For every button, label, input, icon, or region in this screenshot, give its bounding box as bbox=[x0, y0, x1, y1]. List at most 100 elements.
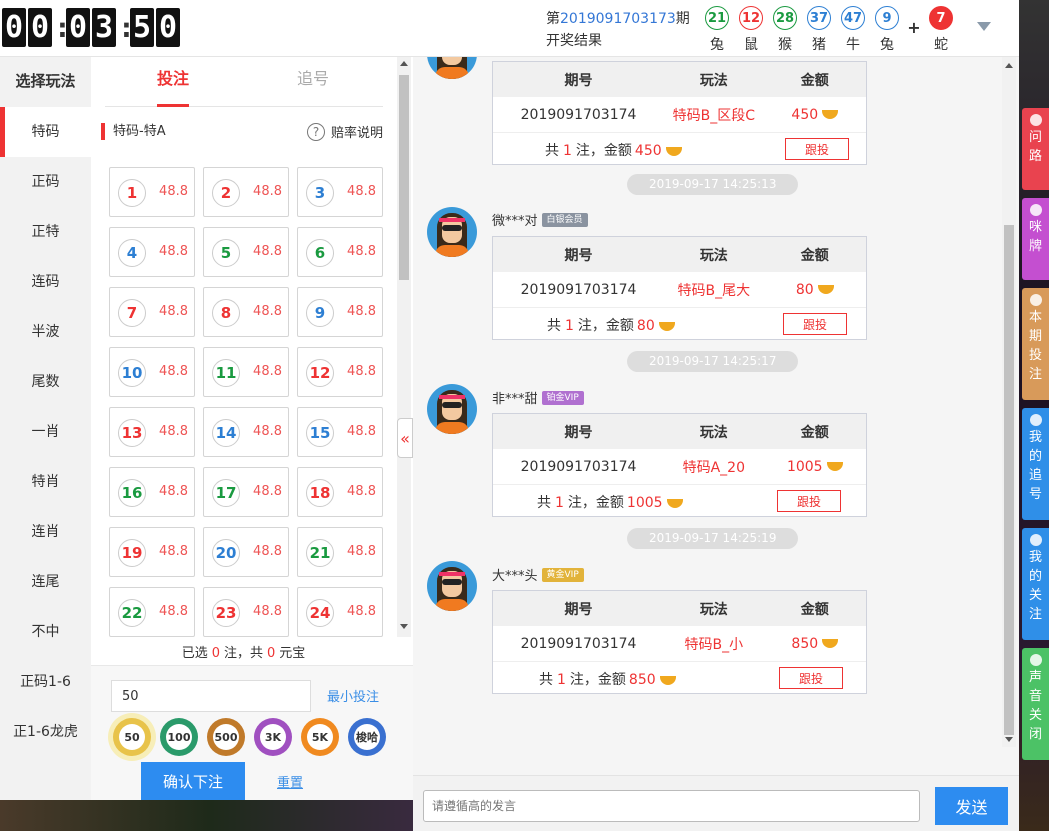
number-cell[interactable]: 4 48.8 bbox=[109, 227, 195, 277]
number-cell[interactable]: 8 48.8 bbox=[203, 287, 289, 337]
follow-bet-button[interactable]: 跟投 bbox=[779, 667, 843, 689]
number-cell[interactable]: 17 48.8 bbox=[203, 467, 289, 517]
nav-item[interactable]: 不中 bbox=[0, 607, 91, 657]
scroll-down-icon[interactable] bbox=[1005, 737, 1013, 742]
avatar[interactable] bbox=[427, 207, 477, 257]
follow-bet-button[interactable]: 跟投 bbox=[783, 313, 847, 335]
scroll-thumb[interactable] bbox=[1004, 225, 1014, 735]
confirm-bet-button[interactable]: 确认下注 bbox=[141, 762, 245, 800]
min-bet-link[interactable]: 最小投注 bbox=[327, 686, 379, 705]
nav-item[interactable]: 一肖 bbox=[0, 407, 91, 457]
header-period: 期号 bbox=[564, 424, 593, 441]
number-cell[interactable]: 2 48.8 bbox=[203, 167, 289, 217]
number-cell[interactable]: 13 48.8 bbox=[109, 407, 195, 457]
number-cell[interactable]: 1 48.8 bbox=[109, 167, 195, 217]
username-text: 非***甜 bbox=[492, 392, 538, 407]
nav-item[interactable]: 连码 bbox=[0, 257, 91, 307]
scroll-up-icon[interactable] bbox=[1005, 63, 1013, 68]
header-play: 玩法 bbox=[699, 601, 728, 618]
vip-badge: 铂金VIP bbox=[541, 390, 584, 405]
nav-item[interactable]: 特码 bbox=[0, 107, 91, 157]
bet-scrollbar[interactable] bbox=[397, 57, 411, 637]
side-button-1[interactable]: 问路 bbox=[1022, 108, 1049, 190]
number-cell[interactable]: 7 48.8 bbox=[109, 287, 195, 337]
bet-amount-input[interactable] bbox=[111, 680, 311, 712]
chevron-down-icon[interactable] bbox=[977, 22, 991, 31]
draw-result-item: 12 鼠 bbox=[734, 6, 768, 54]
nav-item[interactable]: 正1-6龙虎 bbox=[0, 707, 91, 757]
number-cell[interactable]: 23 48.8 bbox=[203, 587, 289, 637]
number-ball: 4 bbox=[118, 239, 146, 267]
number-cell[interactable]: 12 48.8 bbox=[297, 347, 383, 397]
tab-bet[interactable]: 投注 bbox=[143, 57, 203, 107]
number-ball: 5 bbox=[212, 239, 240, 267]
header-period: 期号 bbox=[564, 601, 593, 618]
number-cell[interactable]: 14 48.8 bbox=[203, 407, 289, 457]
chip-3k[interactable]: 3K bbox=[254, 718, 292, 756]
nav-item[interactable]: 连尾 bbox=[0, 557, 91, 607]
nav-item[interactable]: 正码1-6 bbox=[0, 657, 91, 707]
chat-scrollbar[interactable] bbox=[1002, 57, 1016, 747]
side-button-4[interactable]: 我的追号 bbox=[1022, 408, 1049, 520]
bet-amount-cell: 850 bbox=[764, 636, 866, 652]
number-cell[interactable]: 6 48.8 bbox=[297, 227, 383, 277]
number-cell[interactable]: 5 48.8 bbox=[203, 227, 289, 277]
send-button[interactable]: 发送 bbox=[935, 787, 1008, 825]
bet-total: 共 1 注，金额 1005 bbox=[537, 492, 683, 512]
number-ball: 13 bbox=[118, 419, 146, 447]
nav-item[interactable]: 连肖 bbox=[0, 507, 91, 557]
side-button-5[interactable]: 我的关注 bbox=[1022, 528, 1049, 640]
nav-item[interactable]: 尾数 bbox=[0, 357, 91, 407]
avatar[interactable] bbox=[427, 561, 477, 611]
result-ball: 47 bbox=[841, 6, 865, 30]
odds-value: 48.8 bbox=[347, 484, 376, 499]
total-amount: 850 bbox=[628, 672, 656, 688]
nav-item[interactable]: 正特 bbox=[0, 207, 91, 257]
message-input[interactable] bbox=[423, 790, 920, 822]
number-ball: 16 bbox=[118, 479, 146, 507]
timer-digit: 3 bbox=[92, 8, 116, 47]
number-cell[interactable]: 24 48.8 bbox=[297, 587, 383, 637]
chat-footer: 发送 bbox=[413, 775, 1019, 831]
scroll-up-icon[interactable] bbox=[400, 61, 408, 66]
number-ball: 8 bbox=[212, 299, 240, 327]
number-cell[interactable]: 21 48.8 bbox=[297, 527, 383, 577]
collapse-panel-icon[interactable]: « bbox=[397, 418, 413, 458]
message-timestamp: 2019-09-17 14:25:19 bbox=[627, 528, 799, 549]
chip-5k[interactable]: 5K bbox=[301, 718, 339, 756]
reset-link[interactable]: 重置 bbox=[277, 772, 303, 791]
countdown-timer: 0 0 : 0 3 : 5 0 bbox=[2, 8, 182, 47]
header-play: 玩法 bbox=[699, 247, 728, 264]
number-cell[interactable]: 11 48.8 bbox=[203, 347, 289, 397]
number-cell[interactable]: 3 48.8 bbox=[297, 167, 383, 217]
odds-value: 48.8 bbox=[159, 484, 188, 499]
nav-item[interactable]: 特肖 bbox=[0, 457, 91, 507]
number-cell[interactable]: 15 48.8 bbox=[297, 407, 383, 457]
odds-value: 48.8 bbox=[159, 364, 188, 379]
number-cell[interactable]: 10 48.8 bbox=[109, 347, 195, 397]
scroll-down-icon[interactable] bbox=[400, 624, 408, 629]
timer-digit: 0 bbox=[2, 8, 26, 47]
scroll-thumb[interactable] bbox=[399, 75, 409, 280]
number-cell[interactable]: 16 48.8 bbox=[109, 467, 195, 517]
avatar[interactable] bbox=[427, 384, 477, 434]
number-cell[interactable]: 19 48.8 bbox=[109, 527, 195, 577]
nav-item[interactable]: 半波 bbox=[0, 307, 91, 357]
number-cell[interactable]: 22 48.8 bbox=[109, 587, 195, 637]
nav-item[interactable]: 正码 bbox=[0, 157, 91, 207]
side-button-2[interactable]: 咪牌 bbox=[1022, 198, 1049, 280]
number-cell[interactable]: 9 48.8 bbox=[297, 287, 383, 337]
odds-help-link[interactable]: ? 赔率说明 bbox=[307, 122, 383, 141]
side-button-3[interactable]: 本期投注 bbox=[1022, 288, 1049, 400]
chip-梭哈[interactable]: 梭哈 bbox=[348, 718, 386, 756]
follow-bet-button[interactable]: 跟投 bbox=[777, 490, 841, 512]
follow-bet-button[interactable]: 跟投 bbox=[785, 138, 849, 160]
side-button-6[interactable]: 声音关闭 bbox=[1022, 648, 1049, 760]
avatar[interactable] bbox=[427, 57, 477, 79]
number-cell[interactable]: 18 48.8 bbox=[297, 467, 383, 517]
chip-100[interactable]: 100 bbox=[160, 718, 198, 756]
chip-50[interactable]: 50 bbox=[113, 718, 151, 756]
number-cell[interactable]: 20 48.8 bbox=[203, 527, 289, 577]
tab-chase[interactable]: 追号 bbox=[283, 57, 343, 107]
chip-500[interactable]: 500 bbox=[207, 718, 245, 756]
